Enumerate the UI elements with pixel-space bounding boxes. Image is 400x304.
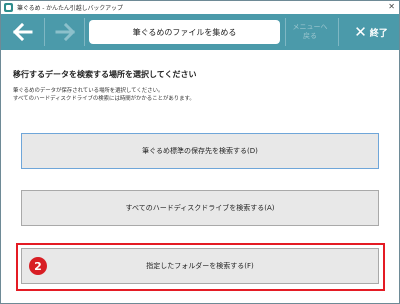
back-arrow-icon [12,23,32,41]
menu-back-label-line1: メニューへ [292,23,328,31]
search-all-drives-button[interactable]: すべてのハードディスクドライブを検索する(A) [21,190,379,226]
title-bar: 筆ぐるめ - かんたん引越しバックアップ ✕ [1,1,399,14]
search-default-location-button[interactable]: 筆ぐるめ標準の保存先を検索する(D) [21,133,379,169]
toolbar-divider [44,18,45,46]
exit-button[interactable]: ✕ 終了 [345,19,397,45]
description-line: すべてのハードディスクドライブの検索には時間がかかることがあります。 [13,96,195,102]
toolbar-divider [285,18,286,46]
page-description: 筆ぐるめのデータが保存されている場所を選択してください。 すべてのハードディスク… [13,87,195,103]
menu-back-label-line2: 戻る [303,32,317,40]
highlight-frame [16,243,385,291]
forward-button[interactable] [48,18,81,46]
window-title: 筆ぐるめ - かんたん引越しバックアップ [17,5,123,12]
window-close-icon[interactable]: ✕ [388,2,395,12]
close-icon: ✕ [354,22,367,41]
toolbar: 筆ぐるめのファイルを集める メニューへ 戻る ✕ 終了 [1,14,399,50]
step-title: 筆ぐるめのファイルを集める [89,20,280,44]
step-number-badge: 2 [29,257,47,275]
app-window: 筆ぐるめ - かんたん引越しバックアップ ✕ 筆ぐるめのファイルを集める メニュ… [0,0,400,304]
forward-arrow-icon [55,23,75,41]
toolbar-divider [84,18,85,46]
page-heading: 移行するデータを検索する場所を選択してください [13,70,197,79]
description-line: 筆ぐるめのデータが保存されている場所を選択してください。 [13,88,164,94]
toolbar-divider [338,18,339,46]
app-icon [4,3,13,12]
menu-back-button[interactable]: メニューへ 戻る [288,20,332,44]
exit-label: 終了 [369,28,388,39]
back-button[interactable] [6,18,39,46]
